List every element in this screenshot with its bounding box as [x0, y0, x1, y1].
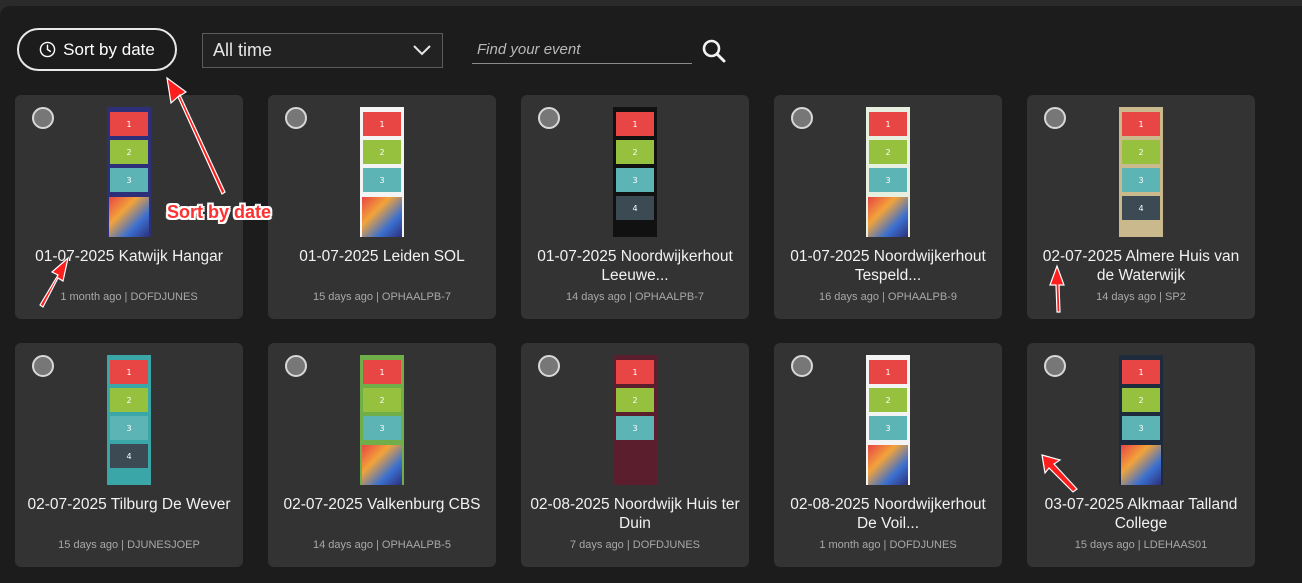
strip-slot: 1 — [363, 360, 401, 384]
select-radio[interactable] — [1044, 107, 1066, 129]
photo-strip-thumbnail: 1 2 3 4 — [1119, 107, 1163, 237]
strip-slot: 4 — [1122, 196, 1160, 220]
strip-slot: 1 — [869, 112, 907, 136]
photo-strip-thumbnail: 1 2 3 — [613, 355, 657, 485]
strip-slot: 3 — [363, 416, 401, 440]
photo-strip-thumbnail: 1 2 3 4 — [613, 107, 657, 237]
event-title: 02-07-2025 Valkenburg CBS — [283, 496, 481, 513]
event-title: 01-07-2025 Noordwijkerhout Tespeld... — [790, 248, 986, 284]
select-radio[interactable] — [538, 355, 560, 377]
strip-slot: 1 — [363, 112, 401, 136]
select-radio[interactable] — [285, 107, 307, 129]
event-meta: 15 days ago | OPHAALPB-7 — [313, 291, 451, 303]
strip-slot: 1 — [869, 360, 907, 384]
event-card[interactable]: 1 2 3 02-08-2025 Noordwijkerhout De Voil...… — [774, 343, 1002, 567]
strip-slot: 4 — [110, 444, 148, 468]
strip-footer-art — [868, 197, 908, 237]
time-range-value: All time — [213, 40, 273, 60]
photo-strip-thumbnail: 1 2 3 — [107, 107, 151, 237]
strip-slot: 4 — [616, 196, 654, 220]
sort-button-label: Sort by date — [63, 39, 155, 59]
strip-slot: 2 — [1122, 388, 1160, 412]
event-title: 02-08-2025 Noordwijkerhout De Voil... — [790, 496, 986, 532]
strip-slot: 3 — [110, 416, 148, 440]
event-card[interactable]: 1 2 3 03-07-2025 Alkmaar Talland College 15 … — [1027, 343, 1255, 567]
select-radio[interactable] — [1044, 355, 1066, 377]
strip-slot: 1 — [110, 112, 148, 136]
event-title: 01-07-2025 Katwijk Hangar — [35, 248, 223, 265]
select-radio[interactable] — [32, 355, 54, 377]
time-range-select[interactable]: All time — [202, 33, 443, 68]
event-title: 02-07-2025 Tilburg De Wever — [27, 496, 231, 513]
strip-slot: 1 — [616, 112, 654, 136]
strip-slot: 1 — [1122, 112, 1160, 136]
strip-slot: 2 — [1122, 140, 1160, 164]
strip-footer-art — [109, 197, 149, 237]
sort-by-date-button[interactable]: Sort by date — [17, 28, 177, 71]
event-title: 01-07-2025 Noordwijkerhout Leeuwe... — [537, 248, 733, 284]
strip-slot: 1 — [616, 360, 654, 384]
strip-slot: 3 — [363, 168, 401, 192]
event-meta: 1 month ago | DOFDJUNES — [60, 291, 198, 303]
select-radio[interactable] — [538, 107, 560, 129]
photo-strip-thumbnail: 1 2 3 — [360, 107, 404, 237]
event-title: 02-08-2025 Noordwijk Huis ter Duin — [530, 496, 740, 532]
event-card[interactable]: 1 2 3 02-07-2025 Valkenburg CBS 14 days ago … — [268, 343, 496, 567]
event-meta: 14 days ago | OPHAALPB-7 — [566, 291, 704, 303]
event-meta: 1 month ago | DOFDJUNES — [819, 539, 957, 551]
chevron-down-icon — [413, 45, 431, 56]
annotation-label: Sort by date — [167, 202, 272, 222]
event-meta: 14 days ago | OPHAALPB-5 — [313, 539, 451, 551]
select-radio[interactable] — [285, 355, 307, 377]
strip-slot: 3 — [869, 416, 907, 440]
event-card[interactable]: 1 2 3 4 02-07-2025 Almere Huis van de Waterw… — [1027, 95, 1255, 319]
event-meta: 15 days ago | DJUNESJOEP — [58, 539, 200, 551]
select-radio[interactable] — [32, 107, 54, 129]
event-card[interactable]: 1 2 3 01-07-2025 Leiden SOL 15 days ago | OP… — [268, 95, 496, 319]
select-radio[interactable] — [791, 355, 813, 377]
event-card[interactable]: 1 2 3 4 02-07-2025 Tilburg De Wever 15 days a… — [15, 343, 243, 567]
strip-slot: 2 — [869, 140, 907, 164]
strip-slot: 2 — [363, 388, 401, 412]
strip-slot: 3 — [616, 416, 654, 440]
strip-slot: 2 — [363, 140, 401, 164]
strip-footer-art — [362, 445, 402, 485]
event-title: 03-07-2025 Alkmaar Talland College — [1044, 496, 1238, 532]
event-meta: 16 days ago | OPHAALPB-9 — [819, 291, 957, 303]
event-card[interactable]: 1 2 3 01-07-2025 Noordwijkerhout Tespeld...… — [774, 95, 1002, 319]
strip-slot: 1 — [110, 360, 148, 384]
strip-slot: 3 — [110, 168, 148, 192]
strip-slot: 3 — [616, 168, 654, 192]
search-placeholder: Find your event — [477, 41, 581, 58]
strip-footer-art — [362, 197, 402, 237]
strip-slot: 3 — [1122, 168, 1160, 192]
select-radio[interactable] — [791, 107, 813, 129]
strip-slot: 2 — [616, 140, 654, 164]
photo-strip-thumbnail: 1 2 3 — [360, 355, 404, 485]
photo-strip-thumbnail: 1 2 3 — [866, 355, 910, 485]
event-meta: 15 days ago | LDEHAAS01 — [1074, 539, 1208, 551]
photo-strip-thumbnail: 1 2 3 4 — [107, 355, 151, 485]
event-card[interactable]: 1 2 3 4 01-07-2025 Noordwijkerhout Leeuwe...… — [521, 95, 749, 319]
event-meta: 14 days ago | SP2 — [1096, 291, 1186, 303]
strip-slot: 2 — [869, 388, 907, 412]
event-title: 01-07-2025 Leiden SOL — [299, 248, 465, 265]
photo-strip-thumbnail: 1 2 3 — [866, 107, 910, 237]
event-meta: 7 days ago | DOFDJUNES — [569, 539, 700, 551]
strip-footer-art — [1121, 445, 1161, 485]
event-card[interactable]: 1 2 3 02-08-2025 Noordwijk Huis ter Duin 7 d… — [521, 343, 749, 567]
search-icon[interactable] — [701, 38, 727, 64]
strip-slot: 2 — [110, 388, 148, 412]
search-input[interactable]: Find your event — [472, 36, 692, 64]
strip-slot: 2 — [616, 388, 654, 412]
strip-slot: 3 — [1122, 416, 1160, 440]
strip-slot: 1 — [1122, 360, 1160, 384]
photo-strip-thumbnail: 1 2 3 — [1119, 355, 1163, 485]
event-title: 02-07-2025 Almere Huis van de Waterwijk — [1042, 248, 1240, 284]
strip-slot: 3 — [869, 168, 907, 192]
strip-slot: 2 — [110, 140, 148, 164]
strip-footer-art — [868, 445, 908, 485]
clock-icon — [39, 41, 56, 58]
